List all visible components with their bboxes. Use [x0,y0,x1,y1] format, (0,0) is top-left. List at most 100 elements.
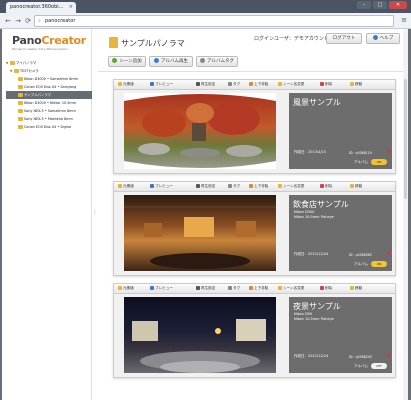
scene-id: ID：p2068083 [349,253,372,257]
plus-icon [112,58,118,63]
preview-button[interactable]: プレビュー [150,184,173,189]
move-button[interactable]: 移動 [350,184,362,189]
status-dot [387,252,390,255]
play-settings-button[interactable]: 再生設定 [196,184,215,189]
scene-name: 飲食店サンプル [293,200,349,209]
folder-tree: ▼ マイパノラマ ▼ TESTカメラ Nikon D3000 • Samalimm … [6,59,92,131]
add-scene-button[interactable]: シーン追加 [108,56,146,67]
folder-icon [18,124,23,129]
tab-close-icon[interactable]: × [69,4,73,10]
folder-icon [18,76,23,81]
album-tag-button[interactable]: アルバムタグ [196,56,238,67]
scrollbar[interactable] [403,29,408,400]
folder-icon [18,100,23,105]
help-icon [372,35,378,40]
album-label: アルバム [354,364,368,368]
edit-button[interactable]: 元素値 [118,286,134,291]
minimize-button[interactable]: – [357,1,371,9]
panorama-thumbnail[interactable] [124,297,276,373]
page: PanoCreator Pioneer to realize, more 360… [2,29,408,400]
scene-info-panel: 飲食店サンプル Nikon D300 Nikon 10.5mm Fisheye 作… [289,195,392,271]
edit-button[interactable]: 元素値 [118,184,134,189]
folder-icon [14,68,19,73]
address-bar[interactable]: ⌕ panocreator [34,15,394,27]
tab-title: panocreator.360obi... [10,4,64,10]
tree-item[interactable]: Canon EOS Kiss X4 • Sigma [6,123,92,131]
browser-tab[interactable]: panocreator.360obi... × [6,2,76,13]
tree-item-my-panorama[interactable]: ▼ マイパノラマ [6,59,92,67]
tag-button[interactable]: タグ [228,184,240,189]
folder-icon [18,84,23,89]
panorama-thumbnail[interactable] [124,195,276,271]
window-controls: – □ ✕ [357,1,407,9]
tree-item[interactable]: Nikon D3000 • Samalimm 8mm [6,75,92,83]
folder-icon [18,108,23,113]
scene-meta: Nikon D300 Nikon 10.5mm Fisheye [294,210,334,219]
folder-icon [109,37,118,48]
tag-button[interactable]: タグ [228,286,240,291]
scene-info-panel: 風景サンプル 作成日：2013/4/15 ID：p2068119 アルバム ON [289,93,392,169]
album-toggle[interactable]: OFF [371,363,387,369]
logo-tagline: Pioneer to realize, more 360 panoramic..… [12,47,71,51]
address-text: panocreator [45,18,76,24]
scene-date: 作成日：2012/12/24 [294,354,329,358]
scene-name: 風景サンプル [293,98,341,107]
scene-date: 作成日：2013/4/15 [294,150,326,154]
help-button[interactable]: ヘルプ [366,33,400,44]
scene-info-panel: 夜景サンプル Nikon D90 Nikon 10.5mm Fisheye 作成日… [289,297,392,373]
folder-icon [10,60,15,65]
play-settings-button[interactable]: 再生設定 [196,82,215,87]
login-user: ログインユーザ：デモアカウント [254,36,329,42]
folder-icon [18,116,23,121]
delete-button[interactable]: 削除 [320,286,332,291]
delete-button[interactable]: 削除 [320,184,332,189]
page-title: サンプルパノラマ [121,39,185,48]
forward-arrow-icon[interactable]: → [13,16,23,26]
tree-item[interactable]: Nikon D3000 • Nikkor 10.5mm [6,99,92,107]
card-toolbar: 元素値 プレビュー 再生設定 タグ 上下非転 シーン名変更 削除 移動 [114,80,395,90]
play-album-button[interactable]: アルバム再生 [149,56,193,67]
delete-button[interactable]: 削除 [320,82,332,87]
logout-button[interactable]: ログアウト [326,33,362,44]
tree-item[interactable]: Canon EOS Kiss X4 • Samyang [6,83,92,91]
tree-item-sample-panorama[interactable]: サンプルパノラマ [6,91,92,99]
preview-button[interactable]: プレビュー [150,82,173,87]
tree-item[interactable]: Sony NEX-5 • Mashkha 8mm [6,115,92,123]
panorama-thumbnail[interactable] [124,93,276,169]
scrollbar-thumb[interactable] [404,79,407,199]
status-dot [387,354,390,357]
edit-button[interactable]: 元素値 [118,82,134,87]
main-content: サンプルパノラマ ログインユーザ：デモアカウント ログアウト ヘルプ シーン追加… [98,29,408,400]
move-button[interactable]: 移動 [350,286,362,291]
maximize-button[interactable]: □ [373,1,387,9]
rename-scene-button[interactable]: シーン名変更 [278,286,304,291]
album-toggle[interactable]: ON [371,261,387,267]
play-icon [154,58,160,63]
close-window-button[interactable]: ✕ [389,1,407,9]
scene-card: 元素値 プレビュー 再生設定 タグ 上下非転 シーン名変更 削除 移動 [113,283,396,378]
flip-button[interactable]: 上下非転 [249,82,268,87]
browser-menu-icon[interactable]: ≡ [401,16,407,24]
tag-button[interactable]: タグ [228,82,240,87]
rename-scene-button[interactable]: シーン名変更 [278,82,304,87]
play-settings-button[interactable]: 再生設定 [196,286,215,291]
divider [98,71,408,72]
preview-button[interactable]: プレビュー [150,286,173,291]
card-toolbar: 元素値 プレビュー 再生設定 タグ 上下非転 シーン名変更 削除 移動 [114,284,395,294]
tree-item-test-camera[interactable]: ▼ TESTカメラ [6,67,92,75]
back-arrow-icon[interactable]: ← [3,16,13,26]
flip-button[interactable]: 上下非転 [249,184,268,189]
album-label: アルバム [354,160,368,164]
status-dot [387,150,390,153]
rename-scene-button[interactable]: シーン名変更 [278,184,304,189]
browser-tab-bar: panocreator.360obi... × – □ ✕ [0,0,411,13]
splitter-handle[interactable]: ⋮ [92,209,98,219]
tree-item[interactable]: Sony NEX-5 • Samalimm 8mm [6,107,92,115]
scene-id: ID：p2068243 [349,355,372,359]
scene-card: 元素値 プレビュー 再生設定 タグ 上下非転 シーン名変更 削除 移動 [113,79,396,174]
move-button[interactable]: 移動 [350,82,362,87]
sidebar: PanoCreator Pioneer to realize, more 360… [2,29,92,400]
reload-icon[interactable]: ⟳ [23,16,33,26]
album-toggle[interactable]: ON [371,159,387,165]
flip-button[interactable]: 上下非転 [249,286,268,291]
